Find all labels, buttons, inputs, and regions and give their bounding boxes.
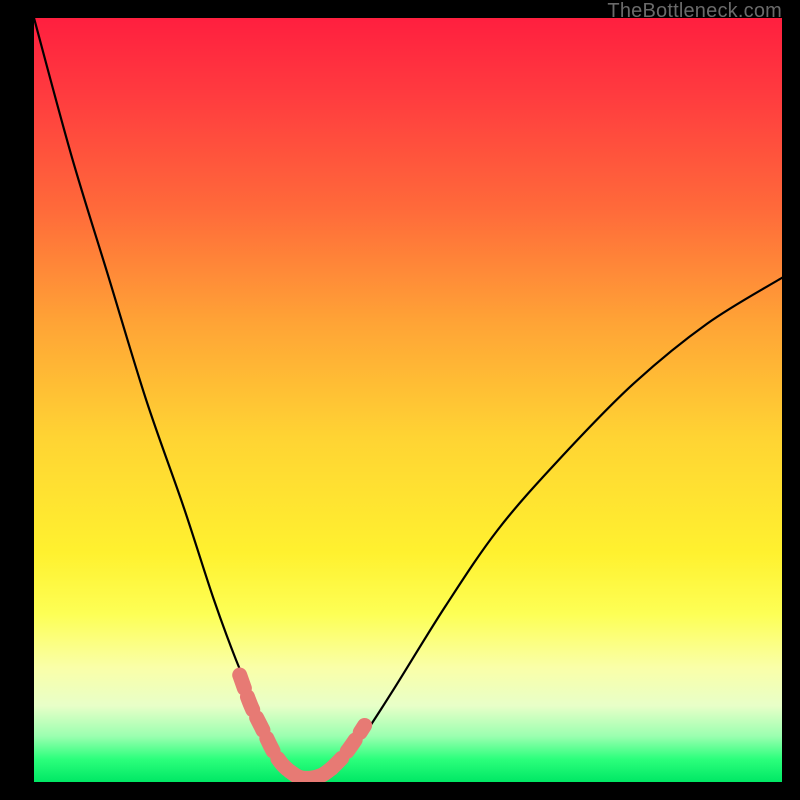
chart-frame: TheBottleneck.com [0,0,800,800]
marker-left-segment [240,675,290,771]
curve-layer [34,18,782,779]
marker-right-segment [332,725,365,768]
bottleneck-svg [34,18,782,782]
bottleneck-curve-path [34,18,782,779]
watermark-text: TheBottleneck.com [607,0,782,23]
marker-layer [240,675,365,778]
plot-area [34,18,782,782]
marker-flat-segment [290,768,332,778]
